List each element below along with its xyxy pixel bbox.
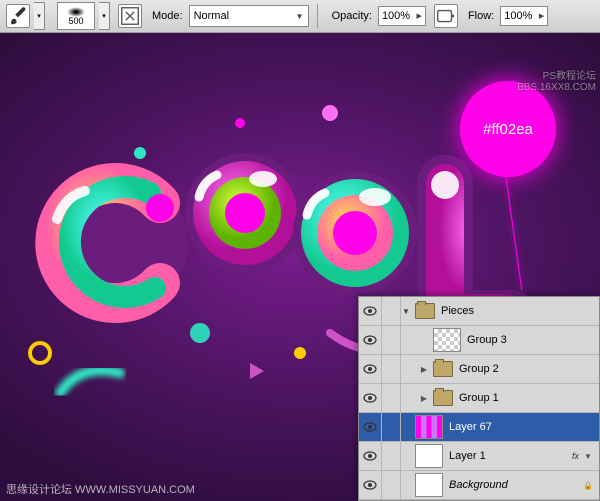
callout-pointer: [505, 172, 523, 291]
blend-mode-value: Normal: [194, 10, 229, 22]
separator: [317, 4, 318, 28]
visibility-toggle[interactable]: [359, 355, 382, 383]
folder-icon: [433, 361, 453, 377]
visibility-toggle[interactable]: [359, 384, 382, 412]
link-column: [382, 384, 401, 412]
layer-row[interactable]: Layer 67: [359, 413, 599, 442]
layer-name[interactable]: Group 1: [457, 392, 599, 404]
disclosure-triangle[interactable]: ▶: [419, 394, 429, 403]
opacity-value: 100%: [382, 10, 410, 22]
color-hex-value: #ff02ea: [483, 121, 533, 138]
brush-size-value: 500: [68, 16, 83, 26]
visibility-toggle[interactable]: [359, 326, 382, 354]
disclosure-triangle[interactable]: ▶: [419, 365, 429, 374]
link-column: [382, 297, 401, 325]
layer-name[interactable]: Group 3: [465, 334, 599, 346]
link-column: [382, 471, 401, 499]
layer-row[interactable]: Background🔒: [359, 471, 599, 500]
options-bar: ▾ 500 ▾ Mode: Normal ▼ Opacity: 100% ▶ F…: [0, 0, 600, 33]
visibility-toggle[interactable]: [359, 413, 382, 441]
layer-thumbnail: [415, 415, 443, 439]
chevron-down-icon[interactable]: ▼: [581, 452, 595, 461]
folder-icon: [415, 303, 435, 319]
visibility-toggle[interactable]: [359, 471, 382, 499]
brush-tool-icon[interactable]: [6, 4, 30, 28]
brush-preview[interactable]: 500: [57, 2, 95, 30]
layer-row[interactable]: ▼ Pieces: [359, 297, 599, 326]
layer-name[interactable]: Pieces: [439, 305, 599, 317]
opacity-input[interactable]: 100% ▶: [378, 6, 426, 26]
layer-name[interactable]: Layer 67: [447, 421, 599, 433]
layer-row[interactable]: Group 3: [359, 326, 599, 355]
watermark-bottom-left: 思缘设计论坛 WWW.MISSYUAN.COM: [6, 481, 195, 497]
chevron-right-icon: ▶: [417, 12, 422, 20]
chevron-right-icon: ▶: [539, 12, 544, 20]
link-column: [382, 355, 401, 383]
disclosure-triangle[interactable]: ▼: [401, 307, 411, 316]
mode-label: Mode:: [152, 10, 183, 22]
folder-icon: [433, 390, 453, 406]
lock-icon: 🔒: [581, 481, 595, 490]
layer-row[interactable]: Layer 1fx▼: [359, 442, 599, 471]
brush-panel-toggle-icon[interactable]: [118, 4, 142, 28]
visibility-toggle[interactable]: [359, 442, 382, 470]
layers-panel: ▼ Pieces Group 3 ▶ Group 2 ▶ Group 1 Layer 67 La…: [358, 296, 600, 501]
layer-thumbnail: [415, 473, 443, 497]
layer-name[interactable]: Background: [447, 479, 581, 491]
tablet-opacity-icon[interactable]: [434, 4, 458, 28]
color-callout: #ff02ea: [460, 81, 556, 177]
chevron-down-icon: ▼: [296, 12, 304, 21]
opacity-label: Opacity:: [332, 10, 372, 22]
brush-picker-arrow[interactable]: ▾: [99, 2, 110, 30]
layer-row[interactable]: ▶ Group 2: [359, 355, 599, 384]
layer-row[interactable]: ▶ Group 1: [359, 384, 599, 413]
flow-value: 100%: [504, 10, 532, 22]
flow-input[interactable]: 100% ▶: [500, 6, 548, 26]
link-column: [382, 413, 401, 441]
document-canvas[interactable]: #ff02ea PS教程论坛 BBS.16XX8.COM 思缘设计论坛 WWW.…: [0, 33, 600, 501]
flow-label: Flow:: [468, 10, 494, 22]
visibility-toggle[interactable]: [359, 297, 382, 325]
tool-preset-picker[interactable]: ▾: [34, 2, 45, 30]
layer-name[interactable]: Group 2: [457, 363, 599, 375]
link-column: [382, 326, 401, 354]
layer-name[interactable]: Layer 1: [447, 450, 572, 462]
layer-thumbnail: [433, 328, 461, 352]
watermark-top-right: PS教程论坛 BBS.16XX8.COM: [517, 67, 596, 93]
link-column: [382, 442, 401, 470]
fx-badge[interactable]: fx: [572, 451, 579, 461]
blend-mode-select[interactable]: Normal ▼: [189, 5, 309, 27]
layer-thumbnail: [415, 444, 443, 468]
